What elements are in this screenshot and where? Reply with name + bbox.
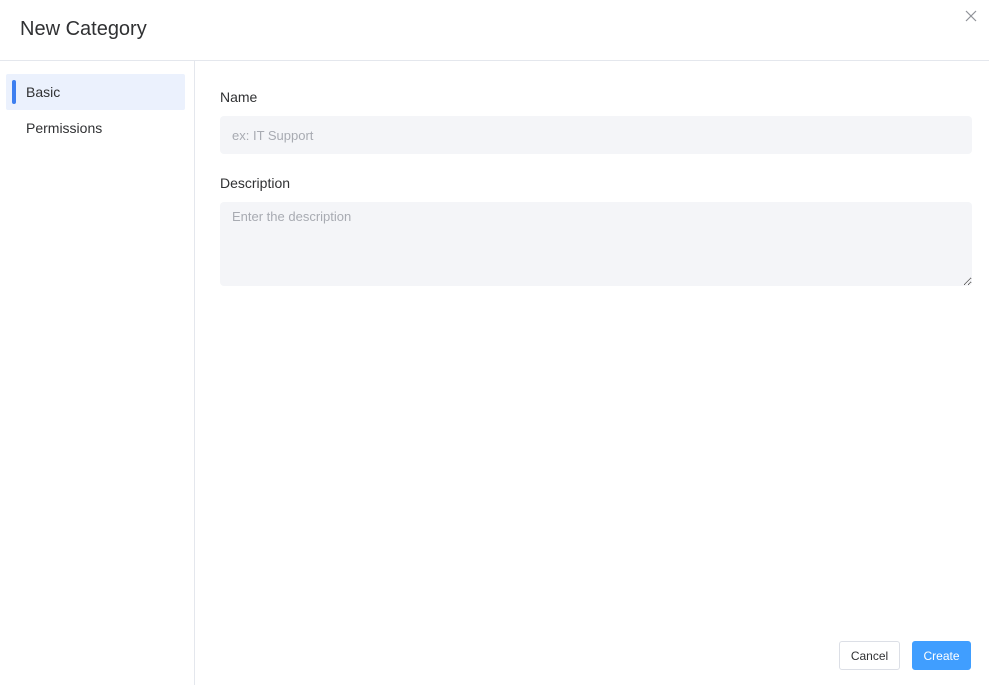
cancel-button[interactable]: Cancel: [839, 641, 900, 670]
sidebar-item-label: Basic: [26, 84, 61, 100]
sidebar-item-basic[interactable]: Basic: [6, 74, 185, 110]
name-input[interactable]: [220, 116, 972, 154]
sidebar-item-permissions[interactable]: Permissions: [6, 110, 185, 146]
description-label: Description: [220, 175, 291, 191]
description-textarea[interactable]: [220, 202, 972, 286]
sidebar-item-label: Permissions: [26, 120, 103, 136]
create-button[interactable]: Create: [912, 641, 971, 670]
dialog-title: New Category: [20, 18, 147, 40]
close-icon: [961, 6, 981, 26]
close-button[interactable]: [961, 6, 981, 26]
new-category-dialog: New Category Basic Permissions Name Desc…: [0, 0, 989, 685]
active-indicator: [12, 80, 16, 104]
name-label: Name: [220, 89, 258, 105]
dialog-header: New Category: [0, 0, 989, 61]
dialog-sidebar: Basic Permissions: [0, 61, 195, 685]
